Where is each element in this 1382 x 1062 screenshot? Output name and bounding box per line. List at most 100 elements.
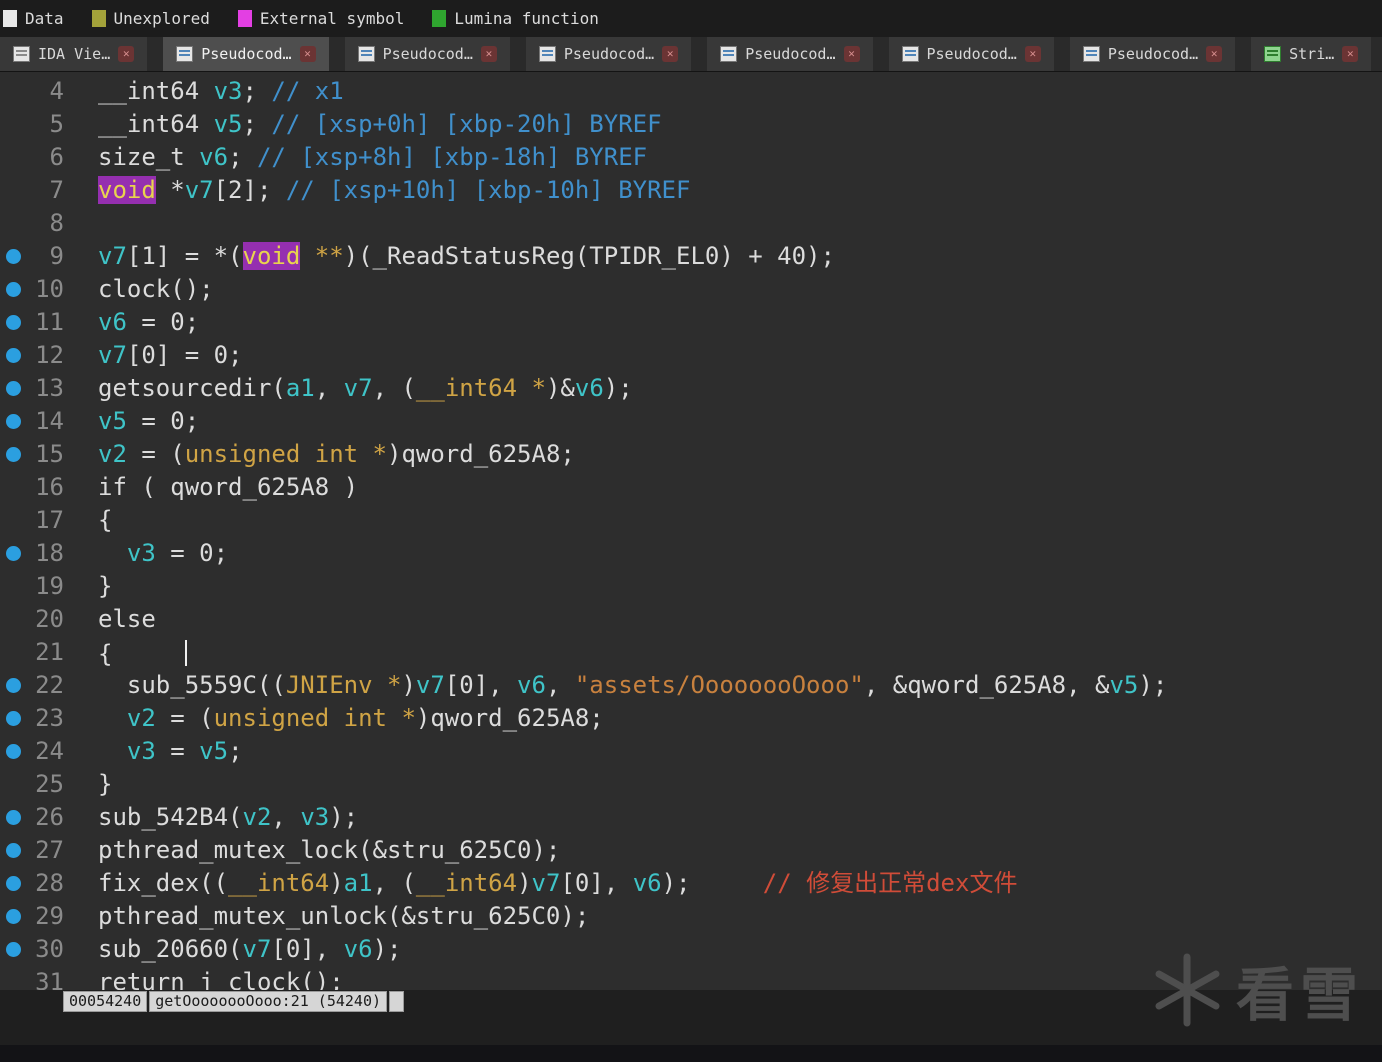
tab-pseudo[interactable]: Pseudocod… ✕ <box>344 37 510 71</box>
breakpoint-gutter[interactable] <box>0 438 30 471</box>
code-text[interactable]: __int64 v5; // [xsp+0h] [xbp-20h] BYREF <box>64 108 662 141</box>
code-text[interactable]: getsourcedir(a1, v7, (__int64 *)&v6); <box>64 372 633 405</box>
breakpoint-dot[interactable] <box>6 381 21 396</box>
breakpoint-dot[interactable] <box>6 282 21 297</box>
breakpoint-dot[interactable] <box>6 348 21 363</box>
code-text[interactable]: pthread_mutex_lock(&stru_625C0); <box>64 834 560 867</box>
code-text[interactable]: if ( qword_625A8 ) <box>64 471 358 504</box>
breakpoint-gutter[interactable] <box>0 306 30 339</box>
breakpoint-dot[interactable] <box>6 447 21 462</box>
code-text[interactable]: v5 = 0; <box>64 405 199 438</box>
breakpoint-dot[interactable] <box>6 678 21 693</box>
close-icon[interactable]: ✕ <box>480 46 497 62</box>
code-text[interactable]: __int64 v3; // x1 <box>64 75 344 108</box>
code-text[interactable]: void *v7[2]; // [xsp+10h] [xbp-10h] BYRE… <box>64 174 690 207</box>
code-text[interactable]: } <box>64 570 112 603</box>
breakpoint-dot[interactable] <box>6 249 21 264</box>
tab-pseudo[interactable]: Pseudocod… ✕ <box>1069 37 1236 71</box>
pseudo-view-icon <box>176 46 194 62</box>
breakpoint-gutter[interactable] <box>0 768 30 801</box>
close-icon[interactable]: ✕ <box>118 46 135 62</box>
breakpoint-gutter[interactable] <box>0 108 30 141</box>
code-text[interactable]: return j_clock(); <box>64 966 344 990</box>
code-text[interactable]: sub_20660(v7[0], v6); <box>64 933 401 966</box>
breakpoint-gutter[interactable] <box>0 669 30 702</box>
code-text[interactable]: { <box>64 504 112 537</box>
breakpoint-gutter[interactable] <box>0 273 30 306</box>
breakpoint-gutter[interactable] <box>0 372 30 405</box>
breakpoint-dot[interactable] <box>6 810 21 825</box>
code-text[interactable]: v3 = 0; <box>64 537 228 570</box>
breakpoint-dot[interactable] <box>6 876 21 891</box>
code-text[interactable]: v2 = (unsigned int *)qword_625A8; <box>64 438 575 471</box>
code-text[interactable]: v7[1] = *(void **)(_ReadStatusReg(TPIDR_… <box>64 240 835 273</box>
close-icon[interactable]: ✕ <box>662 46 679 62</box>
code-text[interactable]: v2 = (unsigned int *)qword_625A8; <box>64 702 604 735</box>
tab-strings[interactable]: Stri… ✕ <box>1251 37 1372 71</box>
code-text[interactable]: v3 = v5; <box>64 735 243 768</box>
breakpoint-gutter[interactable] <box>0 867 30 900</box>
line-number: 18 <box>35 539 64 567</box>
close-icon[interactable]: ✕ <box>1024 46 1041 62</box>
breakpoint-gutter[interactable] <box>0 174 30 207</box>
breakpoint-gutter[interactable] <box>0 900 30 933</box>
breakpoint-gutter[interactable] <box>0 834 30 867</box>
breakpoint-gutter[interactable] <box>0 471 30 504</box>
breakpoint-dot[interactable] <box>6 843 21 858</box>
breakpoint-gutter[interactable] <box>0 702 30 735</box>
breakpoint-gutter[interactable] <box>0 141 30 174</box>
pseudocode-view: 4 __int64 v3; // x1 5 __int64 v5; // [xsp+0… <box>0 72 1382 990</box>
breakpoint-dot[interactable] <box>6 546 21 561</box>
breakpoint-dot[interactable] <box>6 909 21 924</box>
breakpoint-gutter[interactable] <box>0 339 30 372</box>
tab-pseudo[interactable]: Pseudocod… ✕ <box>163 37 329 71</box>
line-number: 25 <box>35 770 64 798</box>
breakpoint-gutter[interactable] <box>0 636 30 669</box>
close-icon[interactable]: ✕ <box>299 46 316 62</box>
code-text[interactable]: size_t v6; // [xsp+8h] [xbp-18h] BYREF <box>64 141 647 174</box>
breakpoint-gutter[interactable] <box>0 504 30 537</box>
breakpoint-gutter[interactable] <box>0 801 30 834</box>
breakpoint-gutter[interactable] <box>0 240 30 273</box>
code-text[interactable]: v6 = 0; <box>64 306 199 339</box>
code-text[interactable]: { <box>64 636 187 669</box>
tab-ida[interactable]: IDA Vie… ✕ <box>0 37 148 71</box>
breakpoint-dot[interactable] <box>6 744 21 759</box>
breakpoint-gutter[interactable] <box>0 933 30 966</box>
tab-pseudo[interactable]: Pseudocod… ✕ <box>707 37 873 71</box>
code-text[interactable]: } <box>64 768 112 801</box>
line-number: 12 <box>35 341 64 369</box>
breakpoint-gutter[interactable] <box>0 570 30 603</box>
code-text[interactable]: sub_5559C((JNIEnv *)v7[0], v6, "assets/O… <box>64 669 1167 702</box>
line-number: 31 <box>35 968 64 990</box>
breakpoint-dot[interactable] <box>6 414 21 429</box>
close-icon[interactable]: ✕ <box>843 46 860 62</box>
breakpoint-dot[interactable] <box>6 942 21 957</box>
code-text[interactable]: v7[0] = 0; <box>64 339 243 372</box>
code-text[interactable]: fix_dex((__int64)a1, (__int64)v7[0], v6)… <box>64 867 1017 900</box>
tab-pseudo[interactable]: Pseudocod… ✕ <box>888 37 1054 71</box>
breakpoint-gutter[interactable] <box>0 207 30 240</box>
close-icon[interactable]: ✕ <box>1206 46 1223 62</box>
breakpoint-dot[interactable] <box>6 315 21 330</box>
breakpoint-dot[interactable] <box>6 711 21 726</box>
breakpoint-gutter[interactable] <box>0 75 30 108</box>
breakpoint-gutter[interactable] <box>0 405 30 438</box>
code-text[interactable]: pthread_mutex_unlock(&stru_625C0); <box>64 900 589 933</box>
line-number: 26 <box>35 803 64 831</box>
code-line: 26 sub_542B4(v2, v3); <box>0 801 1382 834</box>
breakpoint-gutter[interactable] <box>0 966 30 990</box>
code-line: 21{ <box>0 636 1382 669</box>
close-icon[interactable]: ✕ <box>1342 46 1359 62</box>
code-text[interactable] <box>64 207 98 240</box>
line-number: 7 <box>49 176 64 204</box>
breakpoint-gutter[interactable] <box>0 603 30 636</box>
code-text[interactable]: sub_542B4(v2, v3); <box>64 801 358 834</box>
code-line: 20 else <box>0 603 1382 636</box>
tab-label: Pseudocod… <box>745 45 836 63</box>
breakpoint-gutter[interactable] <box>0 735 30 768</box>
code-text[interactable]: clock(); <box>64 273 214 306</box>
tab-pseudo[interactable]: Pseudocod… ✕ <box>525 37 692 71</box>
breakpoint-gutter[interactable] <box>0 537 30 570</box>
code-text[interactable]: else <box>64 603 156 636</box>
